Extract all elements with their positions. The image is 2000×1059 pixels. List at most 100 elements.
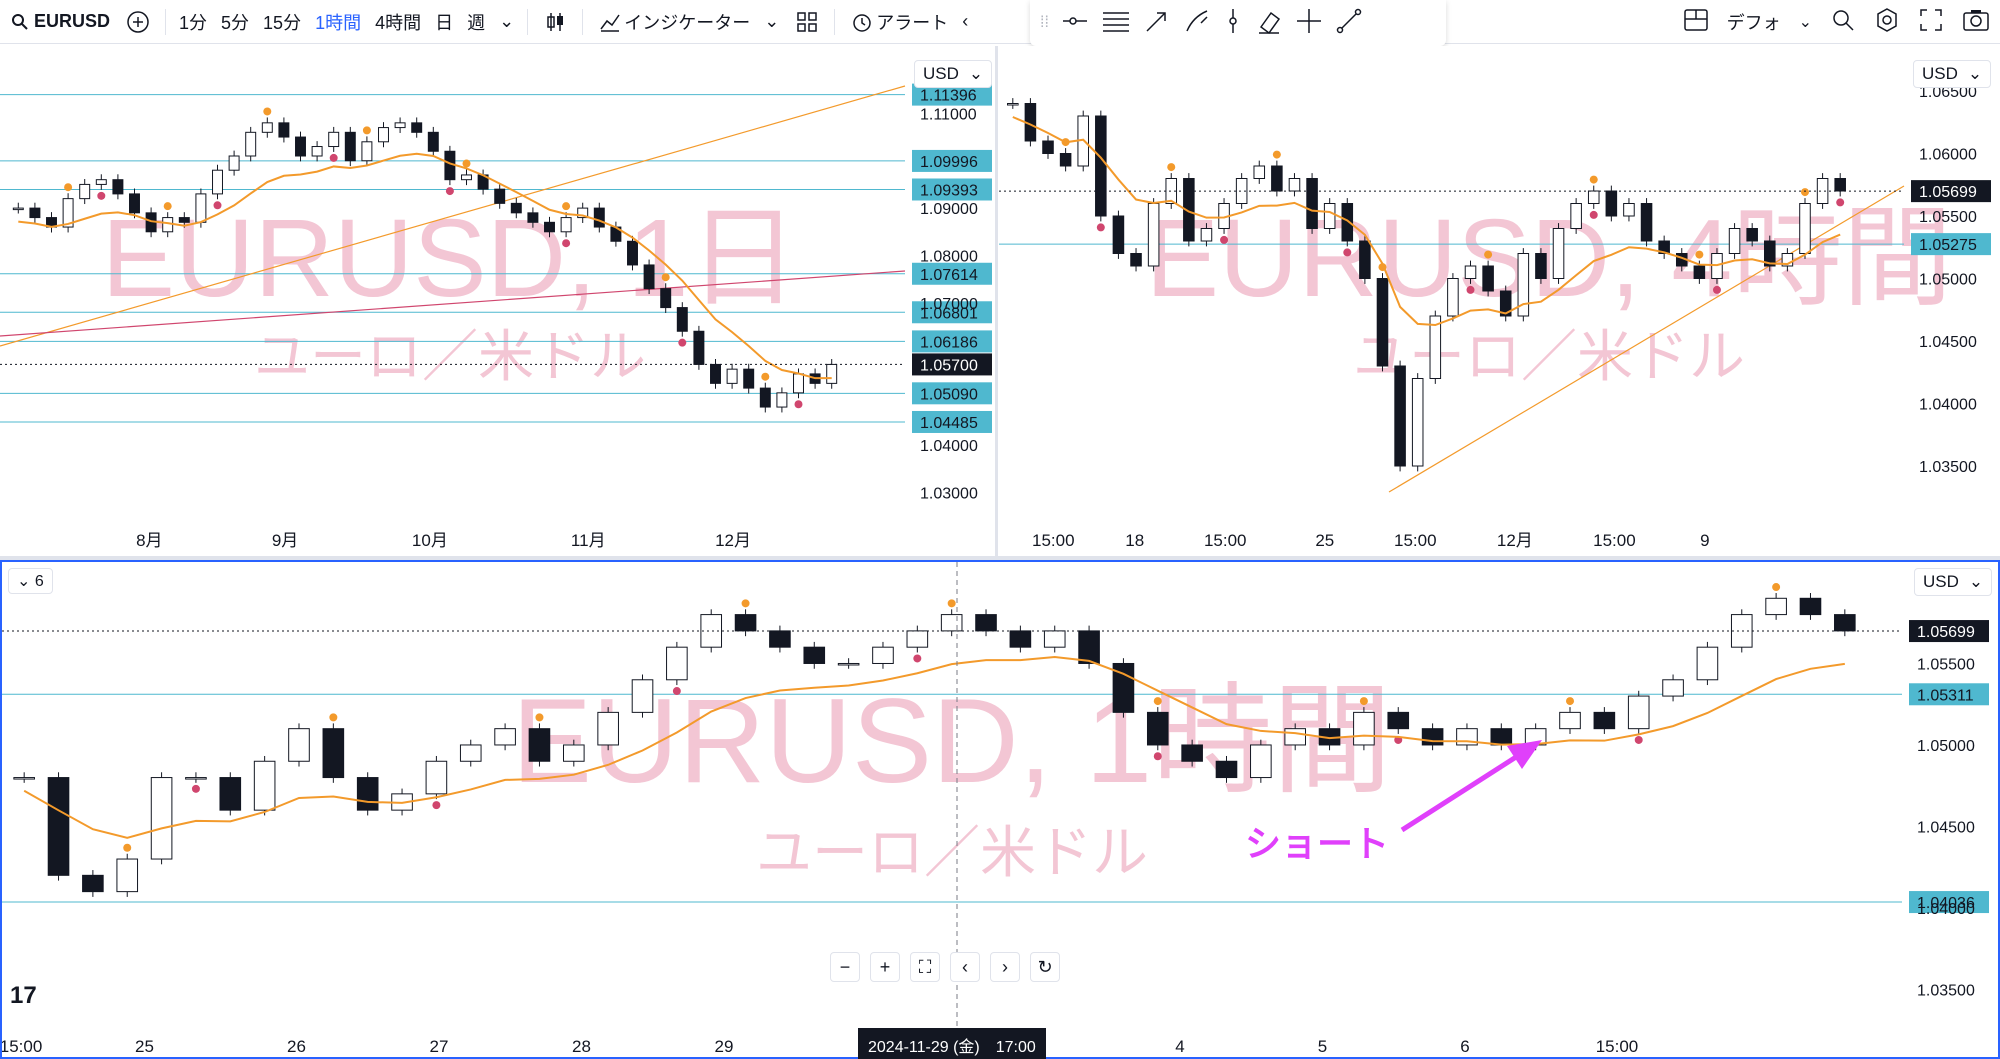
candle-body [759,387,771,408]
candle-body [178,217,190,223]
reset-zoom-button[interactable]: ⛶ [910,952,940,982]
zoom-out-button[interactable]: − [830,952,860,982]
interval-1h[interactable]: 1時間 [308,0,368,44]
chart-watermark-subtitle: ユーロ／米ドル [756,821,1148,884]
x-tick-label: 18 [1125,531,1144,550]
x-tick-label: 27 [430,1037,449,1056]
candle-body [288,728,310,762]
swing-high-marker [1589,175,1598,184]
chart-type-button[interactable] [534,0,576,44]
candle-body [212,169,223,195]
level-price-text: 1.06186 [920,334,978,351]
interval-week[interactable]: 週 [460,0,492,44]
layout-name[interactable]: デフォ [1727,9,1781,35]
drag-handle-icon[interactable]: ⁞⁞ [1040,14,1049,32]
reset-chart-button[interactable]: ↻ [1030,952,1060,982]
chart-pane-4h[interactable]: EURUSD, 4時間 ユーロ／米ドル 1.05275 1.06500 1.06000 1… [999,46,2000,556]
chevron-down-icon[interactable]: ⌄ [1799,12,1812,32]
scroll-right-button[interactable]: › [990,952,1020,982]
candle-body [1570,203,1582,229]
interval-4h[interactable]: 4時間 [368,0,428,44]
symbol-search[interactable]: EURUSD [0,0,117,44]
chart-pane-1h[interactable]: EURUSD, 1時間 ユーロ／米ドル 1.05311 1.04036 1.05500 1… [0,560,2000,1059]
candle-body [660,288,672,309]
settings-icon[interactable] [1874,7,1900,38]
swing-low-marker [1096,223,1105,232]
templates-button[interactable] [786,0,828,44]
swing-low-marker [1153,752,1162,761]
candle-body [1834,178,1846,192]
candle-body [1078,630,1100,664]
eraser-icon[interactable] [1255,7,1283,40]
candle-body [826,363,838,384]
swing-low-marker [1589,210,1598,219]
chart-canvas-4h[interactable]: EURUSD, 4時間ユーロ／米ドル1.052751.065001.060001… [999,46,2000,556]
fib-lines-icon[interactable] [1101,7,1131,40]
crosshair-icon[interactable] [1295,7,1323,40]
candle-body [676,307,688,332]
candle-body [425,760,448,795]
candle-body [693,330,705,365]
swing-high-marker [329,713,338,722]
scroll-left-button[interactable]: ‹ [950,952,980,982]
currency-selector[interactable]: USD ⌄ [914,60,993,88]
candle-body [344,131,356,162]
interval-day[interactable]: 日 [428,0,460,44]
horizontal-ray-icon[interactable] [1061,7,1089,40]
candle-body [29,207,41,219]
candle-body [1095,115,1107,217]
x-tick-label: 15:00 [1593,531,1636,550]
y-tick-label: 1.04500 [1917,819,1975,836]
compare-add-button[interactable] [117,0,159,44]
zoom-in-button[interactable]: + [870,952,900,982]
currency-selector[interactable]: USD ⌄ [1913,60,1992,88]
chart-canvas-daily[interactable]: EURUSD, 1日ユーロ／米ドル1.113961.099961.093931.… [0,46,993,556]
interval-15m[interactable]: 15分 [256,0,308,44]
arrow-tool-icon[interactable] [1143,7,1171,40]
currency-selector[interactable]: USD ⌄ [1914,568,1993,596]
indicators-button[interactable]: インジケーター ⌄ [589,0,786,44]
candle-body [129,193,140,214]
camera-icon[interactable] [1962,7,1990,38]
y-tick-label: 1.08000 [920,248,978,265]
candle-body [95,179,107,185]
pane-collapse-button[interactable]: ⌄ 6 [8,568,53,594]
chart-canvas-1h[interactable]: EURUSD, 1時間ユーロ／米ドル1.053111.040361.055001… [2,562,1998,1057]
swing-high-marker [1167,163,1176,172]
interval-5m[interactable]: 5分 [214,0,256,44]
alert-button[interactable]: アラート [841,0,955,44]
drawing-toolbar: ⁞⁞ [1030,0,1446,46]
y-tick-label: 1.05500 [1919,209,1977,226]
pane-divider-vertical[interactable] [995,46,998,558]
level-price-text: 1.09996 [920,154,978,171]
level-price-text: 1.05311 [1917,687,1974,704]
candle-body [793,373,804,394]
vertical-line-icon[interactable] [1223,7,1243,40]
interval-1m[interactable]: 1分 [172,0,214,44]
candle-body [1112,215,1125,254]
brush-icon[interactable] [1183,7,1211,40]
chevron-down-icon: ⌄ [1967,64,1983,83]
candle-body [1130,253,1142,267]
toolbar-right: デフォ ⌄ [1683,0,1990,44]
level-price-text: 1.11396 [920,88,977,105]
interval-dropdown[interactable]: ⌄ [492,0,521,44]
quick-search-icon[interactable] [1830,7,1856,38]
layout-icon[interactable] [1683,7,1709,38]
candle-body [743,368,755,389]
candle-body [295,136,306,157]
chevron-left-icon[interactable]: ‹ [955,0,975,44]
chart-pane-daily[interactable]: EURUSD, 1日 ユーロ／米ドル 1.11396 1.09996 1.09393 1.… [0,46,993,556]
y-tick-label: 1.05500 [1917,656,1975,673]
candle-body [1490,728,1513,746]
candle-body [975,614,997,632]
trend-line-icon[interactable] [1335,7,1363,40]
candle-body [597,711,619,746]
swing-high-marker [535,713,544,722]
swing-low-marker [213,201,222,210]
swing-low-marker [97,191,106,200]
zoom-controls: − + ⛶ ‹ › ↻ [830,952,1060,982]
swing-high-marker [562,202,571,211]
fullscreen-icon[interactable] [1918,7,1944,38]
candle-body [185,777,207,780]
